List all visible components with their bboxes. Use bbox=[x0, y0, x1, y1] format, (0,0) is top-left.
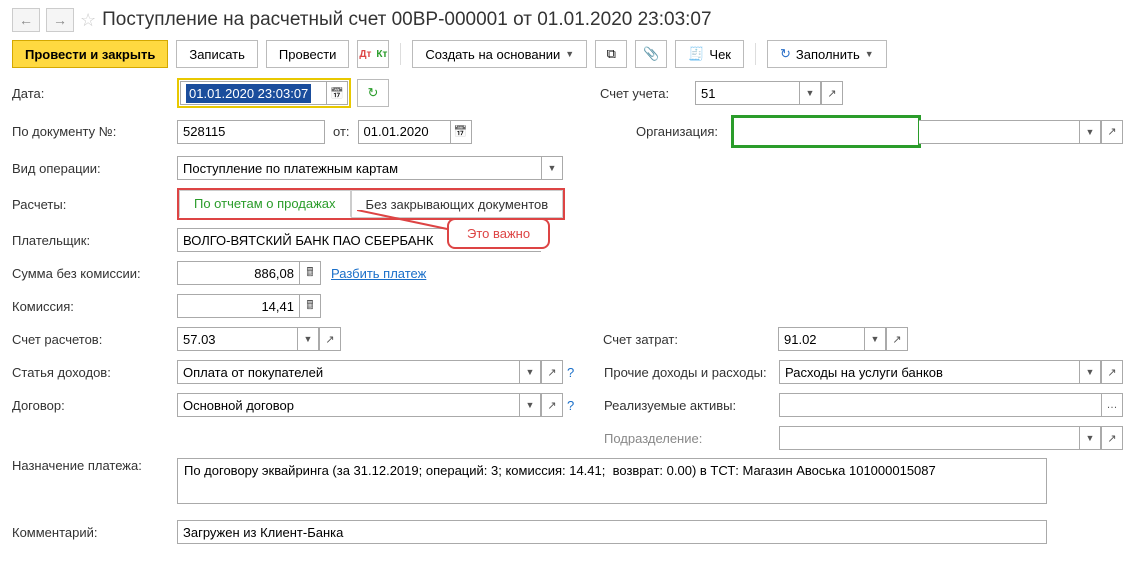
contract-help-icon[interactable]: ? bbox=[567, 398, 574, 413]
post-button[interactable]: Провести bbox=[266, 40, 350, 68]
label-org: Организация: bbox=[636, 124, 731, 139]
purpose-textarea[interactable] bbox=[177, 458, 1047, 504]
page-title: Поступление на расчетный счет 00ВР-00000… bbox=[102, 9, 711, 31]
label-other-income: Прочие доходы и расходы: bbox=[604, 365, 779, 380]
label-calc: Расчеты: bbox=[12, 197, 177, 212]
date-calendar-button[interactable] bbox=[326, 81, 348, 105]
tab-by-sales-reports[interactable]: По отчетам о продажах bbox=[179, 190, 351, 218]
commission-calc-button[interactable] bbox=[299, 294, 321, 318]
contract-input[interactable] bbox=[177, 393, 519, 417]
contract-dropdown-button[interactable]: ▼ bbox=[519, 393, 541, 417]
calc-tabs: По отчетам о продажах Без закрывающих до… bbox=[177, 188, 565, 220]
label-doc-num: По документу №: bbox=[12, 124, 177, 139]
other-income-input[interactable] bbox=[779, 360, 1079, 384]
label-date: Дата: bbox=[12, 86, 177, 101]
structure-button[interactable]: ⧉ bbox=[595, 40, 627, 68]
date-action-button[interactable]: ↻ bbox=[357, 79, 389, 107]
org-open-button[interactable] bbox=[1101, 120, 1123, 144]
other-income-open-button[interactable] bbox=[1101, 360, 1123, 384]
account-input[interactable] bbox=[695, 81, 799, 105]
attach-button[interactable]: 📎 bbox=[635, 40, 667, 68]
check-button[interactable]: 🧾 Чек bbox=[675, 40, 744, 68]
dtct-button[interactable]: ДтКт bbox=[357, 40, 389, 68]
tab-no-closing-docs[interactable]: Без закрывающих документов bbox=[351, 190, 564, 218]
create-based-on-button[interactable]: Создать на основании ▼ bbox=[412, 40, 587, 68]
assets-more-button[interactable] bbox=[1101, 393, 1123, 417]
label-comment: Комментарий: bbox=[12, 525, 177, 540]
op-type-dropdown-button[interactable]: ▼ bbox=[541, 156, 563, 180]
label-commission: Комиссия: bbox=[12, 299, 177, 314]
label-account-calc: Счет расчетов: bbox=[12, 332, 177, 347]
label-contract: Договор: bbox=[12, 398, 177, 413]
back-button[interactable]: ← bbox=[12, 8, 40, 32]
account-calc-input[interactable] bbox=[177, 327, 297, 351]
expense-account-input[interactable] bbox=[778, 327, 864, 351]
structure-icon: ⧉ bbox=[607, 46, 616, 62]
label-division: Подразделение: bbox=[604, 431, 779, 446]
other-income-dropdown-button[interactable]: ▼ bbox=[1079, 360, 1101, 384]
paperclip-icon: 📎 bbox=[643, 46, 659, 62]
contract-open-button[interactable] bbox=[541, 393, 563, 417]
assets-input[interactable] bbox=[779, 393, 1101, 417]
receipt-icon: 🧾 bbox=[688, 46, 704, 62]
doc-number-input[interactable] bbox=[177, 120, 325, 144]
income-item-open-button[interactable] bbox=[541, 360, 563, 384]
fill-icon: ↻ bbox=[780, 46, 791, 62]
expense-account-dropdown-button[interactable]: ▼ bbox=[864, 327, 886, 351]
label-sum-no-fee: Сумма без комиссии: bbox=[12, 266, 177, 281]
label-income-item: Статья доходов: bbox=[12, 365, 177, 380]
label-account: Счет учета: bbox=[600, 86, 695, 101]
op-type-input[interactable] bbox=[177, 156, 541, 180]
expense-account-open-button[interactable] bbox=[886, 327, 908, 351]
label-expense-account: Счет затрат: bbox=[603, 332, 778, 347]
income-item-input[interactable] bbox=[177, 360, 519, 384]
doc-date-input[interactable] bbox=[358, 120, 450, 144]
income-item-dropdown-button[interactable]: ▼ bbox=[519, 360, 541, 384]
label-from: от: bbox=[333, 124, 350, 139]
fill-button[interactable]: ↻ Заполнить ▼ bbox=[767, 40, 887, 68]
commission-input[interactable] bbox=[177, 294, 299, 318]
account-calc-open-button[interactable] bbox=[319, 327, 341, 351]
account-dropdown-button[interactable]: ▼ bbox=[799, 81, 821, 105]
label-purpose: Назначение платежа: bbox=[12, 458, 177, 473]
date-input[interactable]: 01.01.2020 23:03:07 bbox=[180, 81, 326, 105]
division-input[interactable] bbox=[779, 426, 1079, 450]
sum-calc-button[interactable] bbox=[299, 261, 321, 285]
toolbar: Провести и закрыть Записать Провести ДтК… bbox=[12, 40, 1123, 68]
label-payer: Плательщик: bbox=[12, 233, 177, 248]
org-input[interactable] bbox=[919, 120, 1079, 144]
account-open-button[interactable] bbox=[821, 81, 843, 105]
income-item-help-icon[interactable]: ? bbox=[567, 365, 574, 380]
forward-button[interactable]: → bbox=[46, 8, 74, 32]
callout-bubble: Это важно bbox=[447, 218, 550, 249]
post-and-close-button[interactable]: Провести и закрыть bbox=[12, 40, 168, 68]
label-assets: Реализуемые активы: bbox=[604, 398, 779, 413]
sum-no-fee-input[interactable] bbox=[177, 261, 299, 285]
doc-date-calendar-button[interactable] bbox=[450, 120, 472, 144]
favorite-star-icon[interactable]: ☆ bbox=[80, 10, 96, 31]
account-calc-dropdown-button[interactable]: ▼ bbox=[297, 327, 319, 351]
org-dropdown-button[interactable]: ▼ bbox=[1079, 120, 1101, 144]
comment-input[interactable] bbox=[177, 520, 1047, 544]
division-dropdown-button[interactable]: ▼ bbox=[1079, 426, 1101, 450]
refresh-icon: ↻ bbox=[368, 85, 379, 101]
split-payment-link[interactable]: Разбить платеж bbox=[331, 266, 426, 281]
write-button[interactable]: Записать bbox=[176, 40, 258, 68]
label-op-type: Вид операции: bbox=[12, 161, 177, 176]
division-open-button[interactable] bbox=[1101, 426, 1123, 450]
